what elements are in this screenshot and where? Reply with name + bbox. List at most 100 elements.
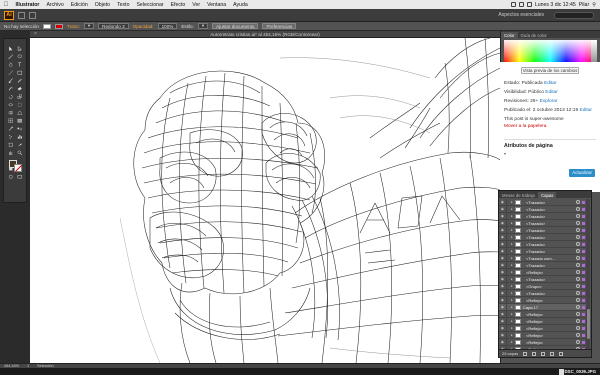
layer-name[interactable]: Capa 17 <box>523 305 576 310</box>
new-sublayer-icon[interactable] <box>541 351 546 356</box>
volume-icon[interactable] <box>518 2 524 7</box>
direct-selection-tool-icon[interactable] <box>15 45 24 52</box>
tab-color-guide[interactable]: Guía de color <box>518 32 550 38</box>
document-tab[interactable]: × Autorretrato cristian.ai* al 454,16% (… <box>30 31 500 38</box>
layer-row[interactable]: ◉ ▸ <Trazado> <box>499 234 587 241</box>
menu-ayuda[interactable]: Ayuda <box>230 2 252 8</box>
selection-indicator[interactable] <box>582 207 585 211</box>
gradient-tool-icon[interactable] <box>15 117 24 124</box>
selection-indicator[interactable] <box>582 305 585 309</box>
selection-indicator[interactable] <box>582 333 585 337</box>
selection-indicator[interactable] <box>582 326 585 330</box>
lasso-tool-icon[interactable] <box>15 53 24 60</box>
menu-clock[interactable]: Lunes 3 dic 12:45 <box>535 2 576 8</box>
selection-tool-icon[interactable] <box>6 45 15 52</box>
selection-indicator[interactable] <box>582 298 585 302</box>
delete-layer-icon[interactable] <box>559 351 564 356</box>
menu-objeto[interactable]: Objeto <box>91 2 113 8</box>
selection-indicator[interactable] <box>582 277 585 281</box>
apple-menu-icon[interactable]:  <box>0 2 12 8</box>
target-icon[interactable] <box>576 277 580 281</box>
menu-ver[interactable]: Ver <box>189 2 204 8</box>
visibility-eye-icon[interactable]: ◉ <box>499 291 506 295</box>
selection-indicator[interactable] <box>582 221 585 225</box>
status-edit-link[interactable]: Editar <box>544 81 557 86</box>
layer-row[interactable]: ◉ ▸ <Reflejo> <box>499 297 587 304</box>
collapse-arrow-icon[interactable]: ▾ <box>504 151 596 156</box>
search-input[interactable] <box>554 11 594 19</box>
locate-object-icon[interactable] <box>523 351 528 356</box>
layer-name[interactable]: <Trazado> <box>523 221 576 226</box>
target-icon[interactable] <box>576 263 580 267</box>
jpg-file-icon[interactable] <box>559 368 564 375</box>
slice-tool-icon[interactable] <box>15 141 24 148</box>
menu-texto[interactable]: Texto <box>114 2 133 8</box>
free-transform-tool-icon[interactable] <box>15 101 24 108</box>
selection-indicator[interactable] <box>582 242 585 246</box>
layer-name[interactable]: <Reflejo> <box>523 340 576 345</box>
draw-mode-icon[interactable] <box>6 173 15 180</box>
target-icon[interactable] <box>576 298 580 302</box>
fill-stroke-swatches[interactable] <box>6 159 24 173</box>
bridge-icon[interactable] <box>18 11 25 19</box>
screen-mode-icon[interactable] <box>15 173 24 180</box>
layers-scroll-thumb[interactable] <box>586 309 590 339</box>
target-icon[interactable] <box>576 256 580 260</box>
layer-name[interactable]: <Grupo> <box>523 284 576 289</box>
layer-name[interactable]: <Trazado> <box>523 277 576 282</box>
document-setup-button[interactable]: Ajustar documento <box>212 23 259 29</box>
mesh-tool-icon[interactable] <box>6 117 15 124</box>
target-icon[interactable] <box>576 214 580 218</box>
menu-ventana[interactable]: Ventana <box>204 2 230 8</box>
layer-name[interactable]: <Reflejo> <box>523 326 576 331</box>
layer-row[interactable]: ◉ ▸ <Trazado> <box>499 241 587 248</box>
visibility-eye-icon[interactable]: ◉ <box>499 305 506 309</box>
target-icon[interactable] <box>576 319 580 323</box>
tab-layers[interactable]: Capas <box>537 192 557 198</box>
layers-scrollbar[interactable] <box>586 199 590 349</box>
shape-builder-tool-icon[interactable] <box>6 109 15 116</box>
layer-name[interactable]: <Trazado> <box>523 291 576 296</box>
layer-name[interactable]: <Trazado> <box>523 235 576 240</box>
layer-row[interactable]: ◉ ▸ <Trazado com... <box>499 255 587 262</box>
visibility-eye-icon[interactable]: ◉ <box>499 312 506 316</box>
target-icon[interactable] <box>576 207 580 211</box>
layer-name[interactable]: <Trazado> <box>523 263 576 268</box>
layer-row[interactable]: ◉ ▸ <Trazado> <box>499 248 587 255</box>
layer-name[interactable]: <Trazado com... <box>523 256 576 261</box>
layer-row[interactable]: ◉ ▸ <Reflejo> <box>499 325 587 332</box>
selection-indicator[interactable] <box>582 235 585 239</box>
selection-indicator[interactable] <box>582 214 585 218</box>
layer-name[interactable]: <Trazado> <box>523 242 576 247</box>
opacity-label[interactable]: Opacidad: <box>133 24 154 29</box>
layer-name[interactable]: <Trazado> <box>523 228 576 233</box>
blob-brush-tool-icon[interactable] <box>6 85 15 92</box>
target-icon[interactable] <box>576 291 580 295</box>
layer-row[interactable]: ◉ ▸ Capa 17 <box>499 304 587 311</box>
selection-indicator[interactable] <box>582 256 585 260</box>
layer-row[interactable]: ◉ ▸ <Reflejo> <box>499 332 587 339</box>
visibility-eye-icon[interactable]: ◉ <box>499 284 506 288</box>
target-icon[interactable] <box>576 235 580 239</box>
layer-name[interactable]: <Trazado> <box>523 214 576 219</box>
layer-name[interactable]: <Reflejo> <box>523 319 576 324</box>
menu-archivo[interactable]: Archivo <box>43 2 67 8</box>
menu-edicion[interactable]: Edición <box>67 2 91 8</box>
target-icon[interactable] <box>576 305 580 309</box>
layer-row[interactable]: ◉ ▸ <Trazado> <box>499 262 587 269</box>
rotate-tool-icon[interactable] <box>6 93 15 100</box>
graph-tool-icon[interactable] <box>15 133 24 140</box>
menu-efecto[interactable]: Efecto <box>167 2 189 8</box>
artboard-tool-icon[interactable] <box>6 141 15 148</box>
layer-name[interactable]: <Reflejo> <box>523 333 576 338</box>
stroke-swatch[interactable] <box>54 23 63 29</box>
target-icon[interactable] <box>576 221 580 225</box>
visibility-eye-icon[interactable]: ◉ <box>499 333 506 337</box>
visibility-eye-icon[interactable]: ◉ <box>499 214 506 218</box>
visibility-eye-icon[interactable]: ◉ <box>499 277 506 281</box>
visibility-eye-icon[interactable]: ◉ <box>499 200 506 204</box>
layer-row[interactable]: ◉ ▸ <Trazado> <box>499 220 587 227</box>
eraser-tool-icon[interactable] <box>15 85 24 92</box>
layer-name[interactable]: <Trazado> <box>523 200 576 205</box>
layer-row[interactable]: ◉ ▸ <Reflejo> <box>499 339 587 346</box>
